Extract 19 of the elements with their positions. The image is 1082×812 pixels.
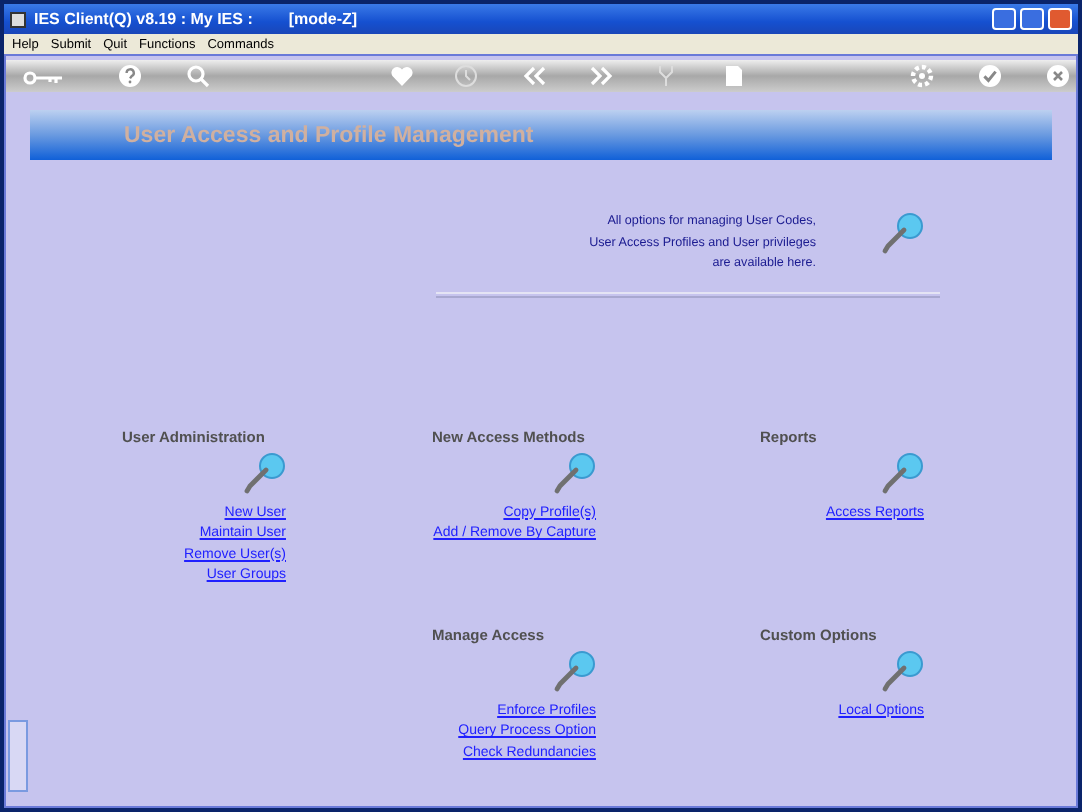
page-icon[interactable] xyxy=(722,64,746,88)
double-chevron-right-icon[interactable] xyxy=(590,64,614,88)
app-icon xyxy=(10,11,26,27)
close-icon[interactable] xyxy=(1046,64,1070,88)
fork-icon[interactable] xyxy=(654,64,678,88)
search-icon[interactable] xyxy=(186,64,210,88)
mode-label: [mode-Z] xyxy=(288,10,358,28)
minimize-button[interactable] xyxy=(992,8,1016,30)
help-icon[interactable] xyxy=(118,64,142,88)
check-icon[interactable] xyxy=(978,64,1002,88)
side-tab[interactable] xyxy=(8,720,28,792)
double-chevron-left-icon[interactable] xyxy=(522,64,546,88)
close-button[interactable] xyxy=(1048,8,1072,30)
window-title: IES Client(Q) v8.19 : My IES : xyxy=(34,10,253,28)
heart-icon[interactable] xyxy=(390,64,414,88)
banner-title: User Access and Profile Management xyxy=(124,123,534,147)
clock-icon[interactable] xyxy=(454,64,478,88)
gear-icon[interactable] xyxy=(910,64,934,88)
maximize-button[interactable] xyxy=(1020,8,1044,30)
